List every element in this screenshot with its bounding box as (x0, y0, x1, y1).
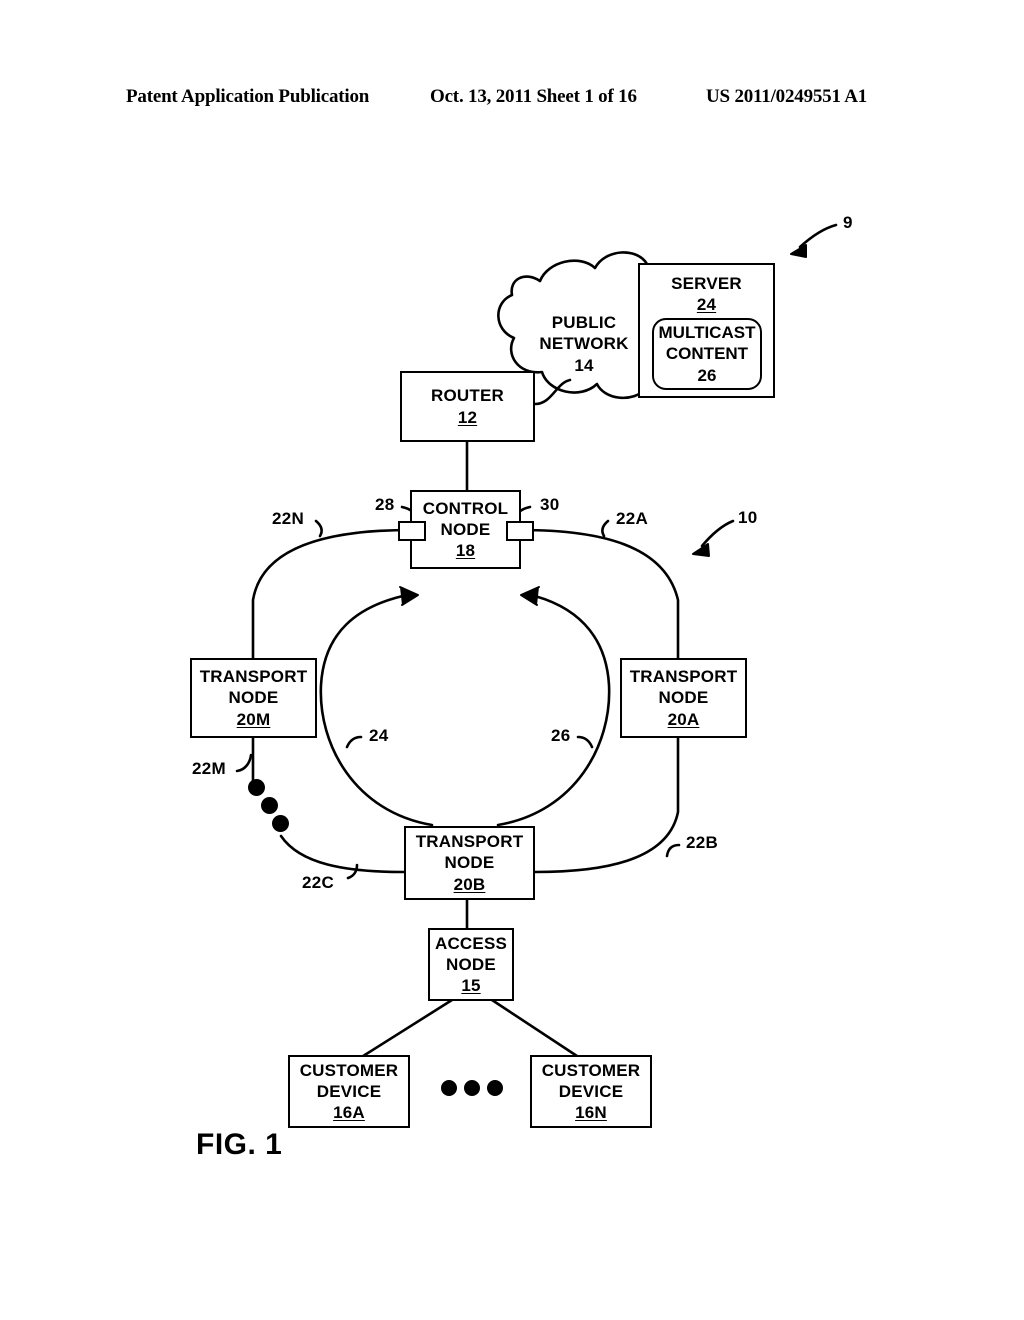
patent-figure-1: PUBLIC NETWORK 14 SERVER 24 MULTICAST CO… (0, 0, 1024, 1320)
transport-node-20b-ref: 20B (453, 874, 486, 894)
public-network-label: PUBLIC NETWORK 14 (519, 312, 649, 376)
public-network-line1: PUBLIC (551, 313, 617, 332)
ellipsis-dot (441, 1080, 457, 1096)
callout-link-22n: 22N (272, 509, 305, 528)
ellipsis-dot (464, 1080, 480, 1096)
ring-link-22a (519, 528, 680, 660)
callout-system-9: 9 (843, 213, 853, 232)
customer-device-16n-ref: 16N (575, 1103, 607, 1123)
access-node-box: ACCESS NODE 15 (428, 928, 514, 1001)
ring-ellipsis-dot (272, 815, 289, 832)
leader-22n (314, 519, 323, 538)
callout-link-22a: 22A (616, 509, 649, 528)
callout-ring-24: 24 (369, 726, 389, 745)
customer-device-16n-box: CUSTOMER DEVICE 16N (530, 1055, 652, 1128)
public-network-line2: NETWORK (539, 334, 629, 354)
customer-device-16a-ref: 16A (333, 1103, 365, 1123)
control-node-port-right (506, 521, 534, 541)
ring-link-22c (279, 834, 406, 874)
public-network-ref: 14 (574, 355, 594, 375)
transport-node-20m-line1: TRANSPORT (199, 667, 308, 687)
control-node-line2: NODE (440, 519, 491, 539)
access-node-line1: ACCESS (434, 933, 508, 953)
callout-port-30: 30 (540, 495, 560, 514)
transport-node-20b-line1: TRANSPORT (415, 832, 524, 852)
callout-port-28: 28 (375, 495, 395, 514)
customer-device-16n-line2: DEVICE (558, 1081, 624, 1101)
figure-linework (235, 223, 838, 1060)
ring-link-22n (251, 528, 412, 660)
server-ref: 24 (696, 295, 717, 315)
multicast-content-ref: 26 (697, 365, 717, 385)
transport-node-20b-box: TRANSPORT NODE 20B (404, 826, 535, 900)
multicast-content-line1: MULTICAST (658, 323, 756, 343)
transport-node-20m-ref: 20M (236, 709, 271, 729)
ref-arrow-10 (700, 519, 735, 548)
ring-ellipsis-dot (248, 779, 265, 796)
server-label: SERVER (671, 274, 742, 293)
router-label: ROUTER (431, 386, 504, 406)
ring-link-22b (533, 736, 680, 874)
ref-arrow-9 (798, 223, 838, 249)
router-box: ROUTER 12 (400, 371, 535, 442)
transport-node-20a-ref: 20A (667, 709, 700, 729)
control-node-box: CONTROL NODE 18 (410, 490, 521, 569)
control-node-line1: CONTROL (422, 498, 509, 518)
leader-22b (665, 843, 681, 858)
multicast-content-line2: CONTENT (665, 344, 749, 364)
leader-24 (345, 735, 363, 749)
ring-ellipsis-dot (261, 797, 278, 814)
control-node-ref: 18 (455, 541, 476, 561)
leader-22m (235, 753, 253, 773)
leader-26 (576, 735, 594, 749)
access-to-cd-n-link (490, 998, 582, 1060)
inner-ring-arc-26 (496, 592, 611, 827)
figure-caption: FIG. 1 (196, 1128, 283, 1161)
transport-node-20m-box: TRANSPORT NODE 20M (190, 658, 317, 738)
access-node-ref: 15 (461, 976, 481, 996)
inner-ring-arc-24 (319, 592, 434, 827)
customer-device-16a-box: CUSTOMER DEVICE 16A (288, 1055, 410, 1128)
access-node-line2: NODE (446, 954, 496, 974)
callout-link-22b: 22B (686, 833, 719, 852)
callout-link-22c: 22C (302, 873, 335, 892)
transport-node-20a-box: TRANSPORT NODE 20A (620, 658, 747, 738)
transport-node-20m-line2: NODE (228, 688, 279, 708)
multicast-content-box: MULTICAST CONTENT 26 (652, 318, 762, 390)
customer-device-16a-line2: DEVICE (316, 1081, 382, 1101)
customer-device-16n-line1: CUSTOMER (541, 1060, 641, 1080)
leader-22a (601, 519, 610, 538)
access-to-cd-a-link (358, 998, 454, 1060)
callout-ring-10: 10 (738, 508, 758, 527)
control-node-port-left (398, 521, 426, 541)
transport-node-20b-line2: NODE (444, 853, 495, 873)
callout-ring-26: 26 (551, 726, 571, 745)
router-ref: 12 (457, 407, 478, 427)
inner-ring-arc-26-head (520, 586, 540, 606)
transport-node-20a-line2: NODE (658, 688, 709, 708)
ellipsis-dot (487, 1080, 503, 1096)
leader-22c (346, 863, 359, 880)
customer-device-16a-line1: CUSTOMER (299, 1060, 399, 1080)
transport-node-20a-line1: TRANSPORT (629, 667, 738, 687)
inner-ring-arc-24-head (399, 586, 419, 606)
ref-arrow-9-head (790, 244, 807, 258)
callout-link-22m: 22M (192, 759, 226, 778)
